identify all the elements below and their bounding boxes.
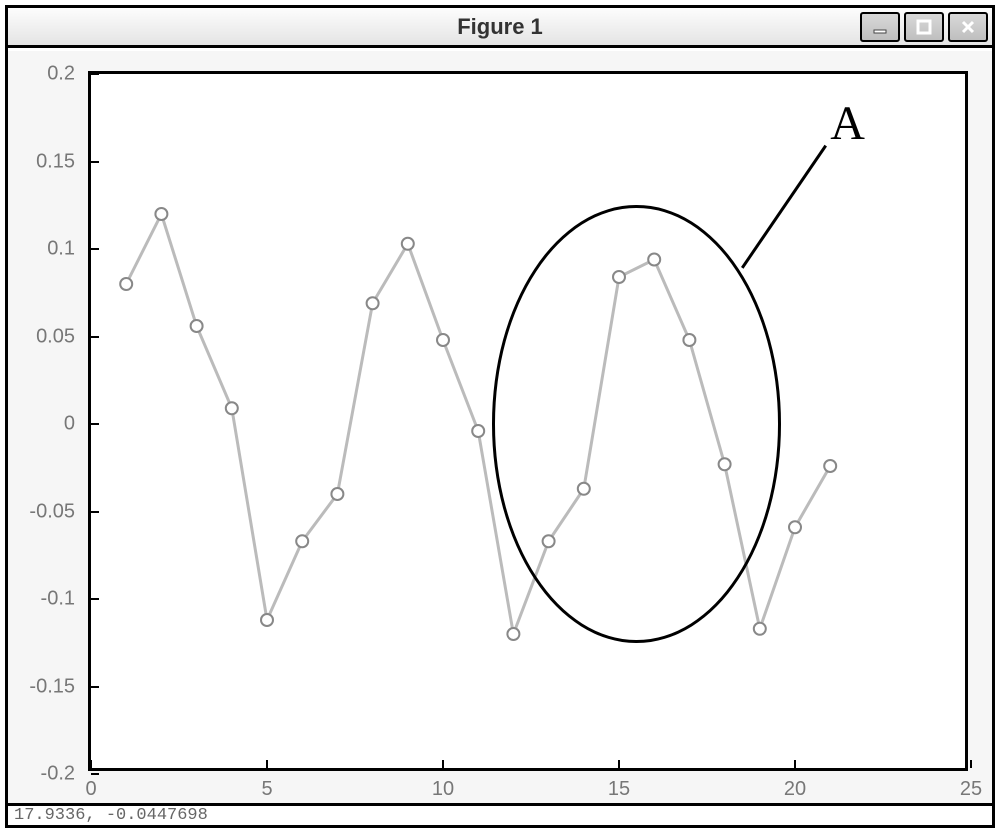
cursor-coordinates: 17.9336, -0.0447698 [14,806,208,825]
x-tick-label: 0 [85,778,96,801]
minimize-button[interactable] [860,12,900,42]
maximize-button[interactable] [904,12,944,42]
y-tick-label: -0.2 [41,763,75,786]
y-tick-label: -0.1 [41,588,75,611]
y-tick-label: 0 [64,413,75,436]
data-point-marker [789,521,801,533]
data-point-marker [155,208,167,220]
data-point-marker [191,320,203,332]
close-icon [960,19,976,35]
y-tick-label: 0.15 [36,150,75,173]
data-point-marker [331,488,343,500]
y-tick-label: 0.1 [47,238,75,261]
data-point-marker [472,425,484,437]
data-point-marker [367,297,379,309]
minimize-icon [872,19,888,35]
maximize-icon [916,19,932,35]
x-tick-label: 5 [261,778,272,801]
x-tick-label: 10 [432,778,454,801]
x-tick-label: 15 [608,778,630,801]
data-point-marker [437,334,449,346]
figure-window: Figure 1 0 5 10 15 20 25 -0.2 -0.15 -0.1 -0.05 0 0.… [5,5,995,828]
data-point-marker [402,238,414,250]
data-point-marker [507,628,519,640]
status-bar: 17.9336, -0.0447698 [8,803,992,825]
window-title: Figure 1 [457,14,543,40]
data-point-marker [296,535,308,547]
figure-content: 0 5 10 15 20 25 -0.2 -0.15 -0.1 -0.05 0 0.05 0.1 0.15… [8,51,992,806]
data-point-marker [824,460,836,472]
x-tick-label: 20 [784,778,806,801]
y-tick-label: 0.2 [47,63,75,86]
window-controls [860,12,988,44]
close-button[interactable] [948,12,988,42]
data-point-marker [754,623,766,635]
y-tick-label: -0.05 [29,500,75,523]
data-point-marker [261,614,273,626]
plot-axes[interactable]: 0510152025-0.2-0.15-0.1-0.0500.050.10.15… [88,71,968,771]
titlebar: Figure 1 [8,8,992,48]
y-tick-label: -0.15 [29,675,75,698]
annotation-circle [492,205,781,643]
data-point-marker [120,278,132,290]
annotation-label: A [830,96,865,151]
data-point-marker [226,402,238,414]
x-tick-label: 25 [960,778,982,801]
y-tick-label: 0.05 [36,325,75,348]
